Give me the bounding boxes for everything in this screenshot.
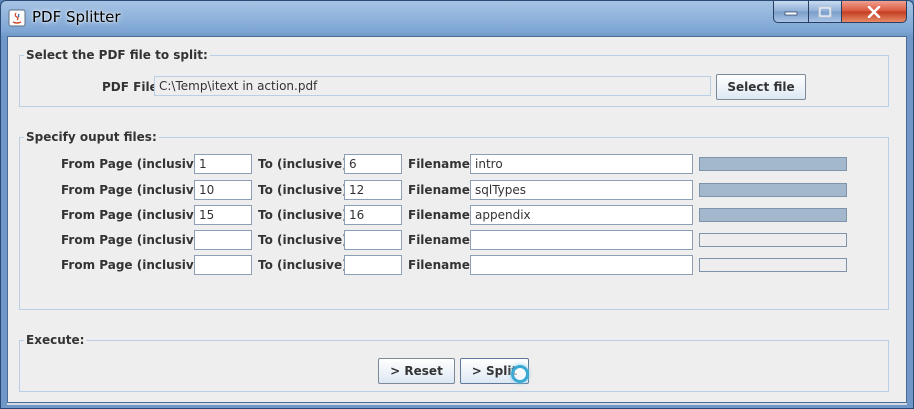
busy-cursor-icon bbox=[511, 365, 529, 383]
from-page-label: From Page (inclusive): bbox=[61, 157, 213, 171]
filename-label: Filename: bbox=[408, 233, 475, 247]
filename-label: Filename: bbox=[408, 183, 475, 197]
select-file-button[interactable]: Select file bbox=[716, 74, 806, 100]
from-page-label: From Page (inclusive): bbox=[61, 183, 213, 197]
to-page-input[interactable]: 6 bbox=[344, 154, 402, 174]
progress-bar bbox=[699, 208, 847, 222]
progress-bar bbox=[699, 157, 847, 171]
progress-bar bbox=[699, 258, 847, 272]
pdf-file-path-field[interactable]: C:\Temp\itext in action.pdf bbox=[154, 76, 711, 96]
filename-input[interactable] bbox=[470, 255, 693, 275]
from-page-input[interactable] bbox=[194, 255, 252, 275]
select-file-legend: Select the PDF file to split: bbox=[24, 48, 210, 62]
title-bar[interactable]: PDF Splitter bbox=[0, 0, 914, 36]
output-files-legend: Specify ouput files: bbox=[24, 130, 159, 144]
to-page-label: To (inclusive): bbox=[258, 208, 353, 222]
to-page-label: To (inclusive): bbox=[258, 258, 353, 272]
maximize-icon bbox=[818, 6, 832, 17]
filename-label: Filename: bbox=[408, 157, 475, 171]
close-button[interactable] bbox=[841, 1, 907, 23]
progress-fill bbox=[700, 184, 846, 196]
from-page-label: From Page (inclusive): bbox=[61, 258, 213, 272]
filename-label: Filename: bbox=[408, 258, 475, 272]
to-page-input[interactable]: 12 bbox=[344, 180, 402, 200]
filename-label: Filename: bbox=[408, 208, 475, 222]
filename-input[interactable]: intro bbox=[470, 154, 693, 174]
from-page-input[interactable]: 1 bbox=[194, 154, 252, 174]
to-page-input[interactable] bbox=[344, 255, 402, 275]
progress-fill bbox=[700, 158, 846, 170]
to-page-input[interactable] bbox=[344, 230, 402, 250]
window-title: PDF Splitter bbox=[32, 8, 121, 26]
progress-bar bbox=[699, 233, 847, 247]
filename-input[interactable]: appendix bbox=[470, 205, 693, 225]
progress-bar bbox=[699, 183, 847, 197]
reset-button[interactable]: > Reset bbox=[378, 358, 455, 384]
maximize-button[interactable] bbox=[808, 1, 842, 23]
minimize-icon bbox=[784, 11, 798, 15]
from-page-input[interactable]: 15 bbox=[194, 205, 252, 225]
window-bottom-edge bbox=[7, 403, 907, 405]
to-page-label: To (inclusive): bbox=[258, 233, 353, 247]
filename-input[interactable]: sqlTypes bbox=[470, 180, 693, 200]
from-page-label: From Page (inclusive): bbox=[61, 208, 213, 222]
filename-input[interactable] bbox=[470, 230, 693, 250]
to-page-input[interactable]: 16 bbox=[344, 205, 402, 225]
to-page-label: To (inclusive): bbox=[258, 157, 353, 171]
to-page-label: To (inclusive): bbox=[258, 183, 353, 197]
java-app-icon bbox=[8, 9, 26, 27]
from-page-input[interactable] bbox=[194, 230, 252, 250]
from-page-label: From Page (inclusive): bbox=[61, 233, 213, 247]
minimize-button[interactable] bbox=[773, 1, 809, 23]
from-page-input[interactable]: 10 bbox=[194, 180, 252, 200]
progress-fill bbox=[700, 209, 846, 221]
execute-legend: Execute: bbox=[24, 333, 87, 347]
close-icon bbox=[867, 5, 881, 18]
